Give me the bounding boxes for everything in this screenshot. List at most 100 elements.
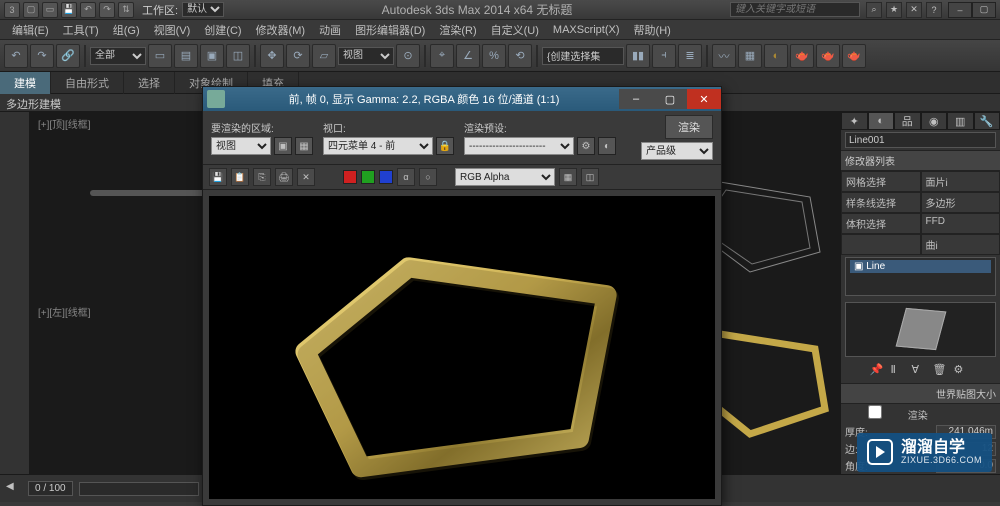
auto-region-icon[interactable]: ▦ <box>295 137 313 155</box>
link-button[interactable]: 🔗 <box>56 44 80 68</box>
tab-hierarchy-icon[interactable]: 品 <box>894 112 921 130</box>
tab-create-icon[interactable]: ✦ <box>841 112 868 130</box>
toggle-ui-icon[interactable]: ◫ <box>581 168 599 186</box>
render-area-dropdown[interactable]: 视图 <box>211 137 271 155</box>
pin-stack-icon[interactable]: 📌 <box>870 363 888 381</box>
render-checkbox-label[interactable]: 渲染 <box>845 405 928 422</box>
time-slider[interactable] <box>79 482 199 496</box>
minimize-button[interactable]: – <box>948 2 972 18</box>
redo-icon[interactable]: ↷ <box>99 2 115 18</box>
render-close-button[interactable]: ✕ <box>687 89 721 109</box>
tab-freeform[interactable]: 自由形式 <box>51 72 124 94</box>
lock-viewport-icon[interactable]: 🔒 <box>436 137 454 155</box>
render-maximize-button[interactable]: ▢ <box>653 89 687 109</box>
render-canvas[interactable] <box>209 196 715 499</box>
render-mode-dropdown[interactable]: 产品级 <box>641 142 713 160</box>
undo-icon[interactable]: ↶ <box>80 2 96 18</box>
undo-button[interactable]: ↶ <box>4 44 28 68</box>
signin-icon[interactable]: ⌕ <box>866 2 882 18</box>
render-button[interactable]: 🫖 <box>842 44 866 68</box>
percent-snap-button[interactable]: % <box>482 44 506 68</box>
menu-help[interactable]: 帮助(H) <box>628 20 677 40</box>
copy-image-icon[interactable]: 📋 <box>231 168 249 186</box>
render-setup-button[interactable]: 🫖 <box>790 44 814 68</box>
help-search-input[interactable] <box>730 2 860 17</box>
env-icon[interactable]: ◐ <box>598 137 616 155</box>
frame-indicator[interactable]: 0 / 100 <box>28 481 73 496</box>
menu-animation[interactable]: 动画 <box>313 20 347 40</box>
menu-customize[interactable]: 自定义(U) <box>485 20 545 40</box>
angle-snap-button[interactable]: ∠ <box>456 44 480 68</box>
help-icon[interactable]: ? <box>926 2 942 18</box>
green-channel-toggle[interactable] <box>361 170 375 184</box>
named-selection-input[interactable] <box>542 47 624 65</box>
timeline-prev-icon[interactable]: ◀ <box>6 481 22 497</box>
exchange-icon[interactable]: ✕ <box>906 2 922 18</box>
favorite-icon[interactable]: ★ <box>886 2 902 18</box>
clear-icon[interactable]: ✕ <box>297 168 315 186</box>
refcoord-dropdown[interactable]: 视图 <box>338 47 394 65</box>
stack-item-line[interactable]: ▣ Line <box>850 260 991 273</box>
spinner-snap-button[interactable]: ⟲ <box>508 44 532 68</box>
modifier-list-header[interactable]: 修改器列表 <box>841 150 1000 171</box>
track-bar-stub[interactable] <box>90 190 210 196</box>
move-button[interactable]: ✥ <box>260 44 284 68</box>
menu-group[interactable]: 组(G) <box>107 20 146 40</box>
layers-button[interactable]: ≣ <box>678 44 702 68</box>
show-end-icon[interactable]: Ⅱ <box>891 363 909 381</box>
tab-selection[interactable]: 选择 <box>124 72 175 94</box>
select-object-button[interactable]: ▭ <box>148 44 172 68</box>
render-minimize-button[interactable]: – <box>619 89 653 109</box>
menu-create[interactable]: 创建(C) <box>198 20 247 40</box>
snap-button[interactable]: ⌖ <box>430 44 454 68</box>
menu-edit[interactable]: 编辑(E) <box>6 20 55 40</box>
render-setup-icon[interactable]: ⚙ <box>577 137 595 155</box>
channel-dropdown[interactable]: RGB Alpha <box>455 168 555 186</box>
render-preset-dropdown[interactable]: ----------------------- <box>464 137 574 155</box>
unique-icon[interactable]: ∀ <box>912 363 930 381</box>
mono-icon[interactable]: ○ <box>419 168 437 186</box>
viewport-label-top[interactable]: [+][顶][线框] <box>34 114 95 133</box>
grid-cell[interactable]: 曲i <box>921 234 1000 255</box>
align-button[interactable]: ⫞ <box>652 44 676 68</box>
scale-button[interactable]: ▱ <box>312 44 336 68</box>
grid-cell[interactable]: 样条线选择 <box>841 192 921 213</box>
schematic-button[interactable]: ▦ <box>738 44 762 68</box>
selection-filter-dropdown[interactable]: 全部 <box>90 47 146 65</box>
grid-cell[interactable]: FFD <box>921 213 1000 234</box>
render-viewport-dropdown[interactable]: 四元菜单 4 - 前 <box>323 137 433 155</box>
link-icon[interactable]: ⇅ <box>118 2 134 18</box>
new-icon[interactable]: ▢ <box>23 2 39 18</box>
grid-cell[interactable] <box>841 234 921 255</box>
pivot-button[interactable]: ⊙ <box>396 44 420 68</box>
remove-icon[interactable]: 🗑 <box>933 363 951 381</box>
modifier-stack[interactable]: ▣ Line <box>845 257 996 296</box>
print-icon[interactable]: 🖨 <box>275 168 293 186</box>
grid-cell[interactable]: 体积选择 <box>841 213 921 234</box>
save-icon[interactable]: 💾 <box>61 2 77 18</box>
save-image-icon[interactable]: 💾 <box>209 168 227 186</box>
app-icon[interactable]: 3 <box>4 2 20 18</box>
grid-cell[interactable]: 面片i <box>921 171 1000 192</box>
render-frame-button[interactable]: 🫖 <box>816 44 840 68</box>
menu-graph[interactable]: 图形编辑器(D) <box>349 20 431 40</box>
workspace-dropdown[interactable]: 默认 <box>182 2 224 17</box>
rollout-worldmap[interactable]: 世界贴图大小 <box>841 383 1000 404</box>
alpha-channel-icon[interactable]: α <box>397 168 415 186</box>
redo-button[interactable]: ↷ <box>30 44 54 68</box>
viewport-label-left[interactable]: [+][左][线框] <box>34 302 95 321</box>
menu-tools[interactable]: 工具(T) <box>57 20 105 40</box>
select-rect-button[interactable]: ▣ <box>200 44 224 68</box>
select-name-button[interactable]: ▤ <box>174 44 198 68</box>
tab-utilities-icon[interactable]: 🔧 <box>974 112 1000 130</box>
rotate-button[interactable]: ⟳ <box>286 44 310 68</box>
tab-modify-icon[interactable]: ◐ <box>868 112 895 130</box>
maximize-button[interactable]: ▢ <box>972 2 996 18</box>
tab-modeling[interactable]: 建模 <box>0 72 51 94</box>
select-window-button[interactable]: ◫ <box>226 44 250 68</box>
menu-view[interactable]: 视图(V) <box>148 20 197 40</box>
open-icon[interactable]: ▭ <box>42 2 58 18</box>
mirror-button[interactable]: ▮▮ <box>626 44 650 68</box>
blue-channel-toggle[interactable] <box>379 170 393 184</box>
red-channel-toggle[interactable] <box>343 170 357 184</box>
